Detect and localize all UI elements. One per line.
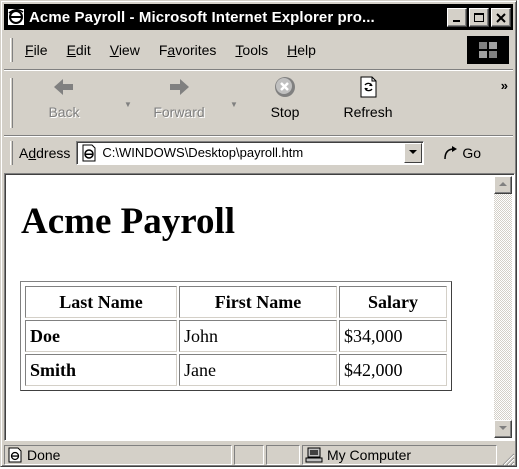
page-done-icon	[8, 447, 22, 463]
page-icon	[80, 144, 98, 162]
close-icon	[496, 12, 506, 23]
title-bar[interactable]: Acme Payroll - Microsoft Internet Explor…	[4, 4, 513, 30]
forward-arrow-icon	[170, 79, 189, 95]
address-bar: Address C:\WINDOWS\Desktop\payroll.htm G…	[4, 135, 513, 169]
table-row: Smith Jane $42,000	[25, 354, 447, 386]
maximize-icon	[474, 12, 484, 22]
back-dropdown-icon[interactable]: ▼	[124, 100, 132, 109]
cell-salary: $34,000	[339, 320, 447, 352]
address-label: Address	[19, 144, 71, 161]
throbber	[467, 36, 509, 64]
vertical-scrollbar[interactable]	[494, 176, 512, 438]
windows-logo-icon	[479, 42, 497, 58]
go-button[interactable]: Go	[442, 144, 481, 162]
menu-bar: File Edit View Favorites Tools Help	[4, 33, 513, 67]
header-first-name: First Name	[179, 286, 337, 318]
status-panel-empty	[266, 445, 300, 465]
toolbar-overflow-chevron[interactable]: »	[501, 78, 508, 93]
refresh-icon	[360, 76, 377, 98]
forward-button[interactable]: Forward	[144, 76, 214, 120]
cell-first-name: Jane	[179, 354, 337, 386]
stop-icon	[275, 77, 295, 97]
toolbar-grip[interactable]	[10, 78, 13, 128]
back-arrow-icon	[54, 79, 73, 95]
cell-first-name: John	[179, 320, 337, 352]
status-panel-empty	[234, 445, 264, 465]
chevron-down-icon	[409, 150, 418, 154]
scroll-down-button[interactable]	[494, 420, 512, 438]
menu-file[interactable]: File	[23, 40, 50, 60]
address-field[interactable]: C:\WINDOWS\Desktop\payroll.htm	[76, 140, 425, 165]
window-title: Acme Payroll - Microsoft Internet Explor…	[29, 8, 375, 26]
refresh-button[interactable]: Refresh	[336, 76, 400, 120]
table-header-row: Last Name First Name Salary	[25, 286, 447, 318]
back-button[interactable]: Back	[40, 76, 88, 120]
resize-grip-icon[interactable]	[501, 452, 515, 466]
back-label: Back	[48, 104, 80, 120]
forward-dropdown-icon[interactable]: ▼	[230, 100, 238, 109]
address-value[interactable]: C:\WINDOWS\Desktop\payroll.htm	[102, 145, 404, 160]
zone-text: My Computer	[327, 447, 412, 463]
header-salary: Salary	[339, 286, 447, 318]
minimize-button[interactable]	[447, 7, 467, 27]
payroll-table: Last Name First Name Salary Doe John $34…	[20, 281, 452, 391]
refresh-label: Refresh	[343, 104, 393, 120]
scroll-up-button[interactable]	[494, 176, 512, 194]
chevron-down-icon	[499, 426, 507, 430]
forward-label: Forward	[153, 104, 205, 120]
my-computer-icon	[305, 447, 323, 463]
chevron-up-icon	[499, 182, 507, 186]
stop-button[interactable]: Stop	[260, 76, 310, 120]
menubar-grip[interactable]	[10, 38, 13, 62]
scroll-track[interactable]	[494, 194, 512, 420]
menu-edit[interactable]: Edit	[65, 40, 93, 60]
address-dropdown-button[interactable]	[404, 142, 423, 163]
close-button[interactable]	[491, 7, 511, 27]
menu-favorites[interactable]: Favorites	[157, 40, 219, 60]
go-label: Go	[462, 144, 482, 161]
ie-icon	[7, 8, 25, 26]
maximize-button[interactable]	[469, 7, 489, 27]
minimize-icon	[453, 19, 460, 22]
addressbar-grip[interactable]	[10, 140, 13, 165]
browser-window: Acme Payroll - Microsoft Internet Explor…	[0, 0, 517, 467]
go-arrow-icon	[444, 145, 458, 159]
standard-toolbar: Back ▼ Forward ▼ Stop Refresh »	[4, 69, 513, 133]
page-content: Acme Payroll Last Name First Name Salary…	[7, 176, 494, 438]
status-text: Done	[27, 447, 61, 463]
status-bar: Done My Computer	[4, 444, 515, 466]
header-last-name: Last Name	[25, 286, 177, 318]
page-title: Acme Payroll	[21, 201, 236, 242]
content-viewport: Acme Payroll Last Name First Name Salary…	[4, 173, 515, 441]
cell-last-name: Doe	[25, 320, 177, 352]
table-row: Doe John $34,000	[25, 320, 447, 352]
zone-panel: My Computer	[302, 445, 497, 465]
stop-label: Stop	[270, 104, 300, 120]
cell-salary: $42,000	[339, 354, 447, 386]
menu-tools[interactable]: Tools	[233, 40, 270, 60]
cell-last-name: Smith	[25, 354, 177, 386]
menu-view[interactable]: View	[108, 40, 142, 60]
status-panel: Done	[4, 445, 232, 465]
menu-help[interactable]: Help	[285, 40, 318, 60]
